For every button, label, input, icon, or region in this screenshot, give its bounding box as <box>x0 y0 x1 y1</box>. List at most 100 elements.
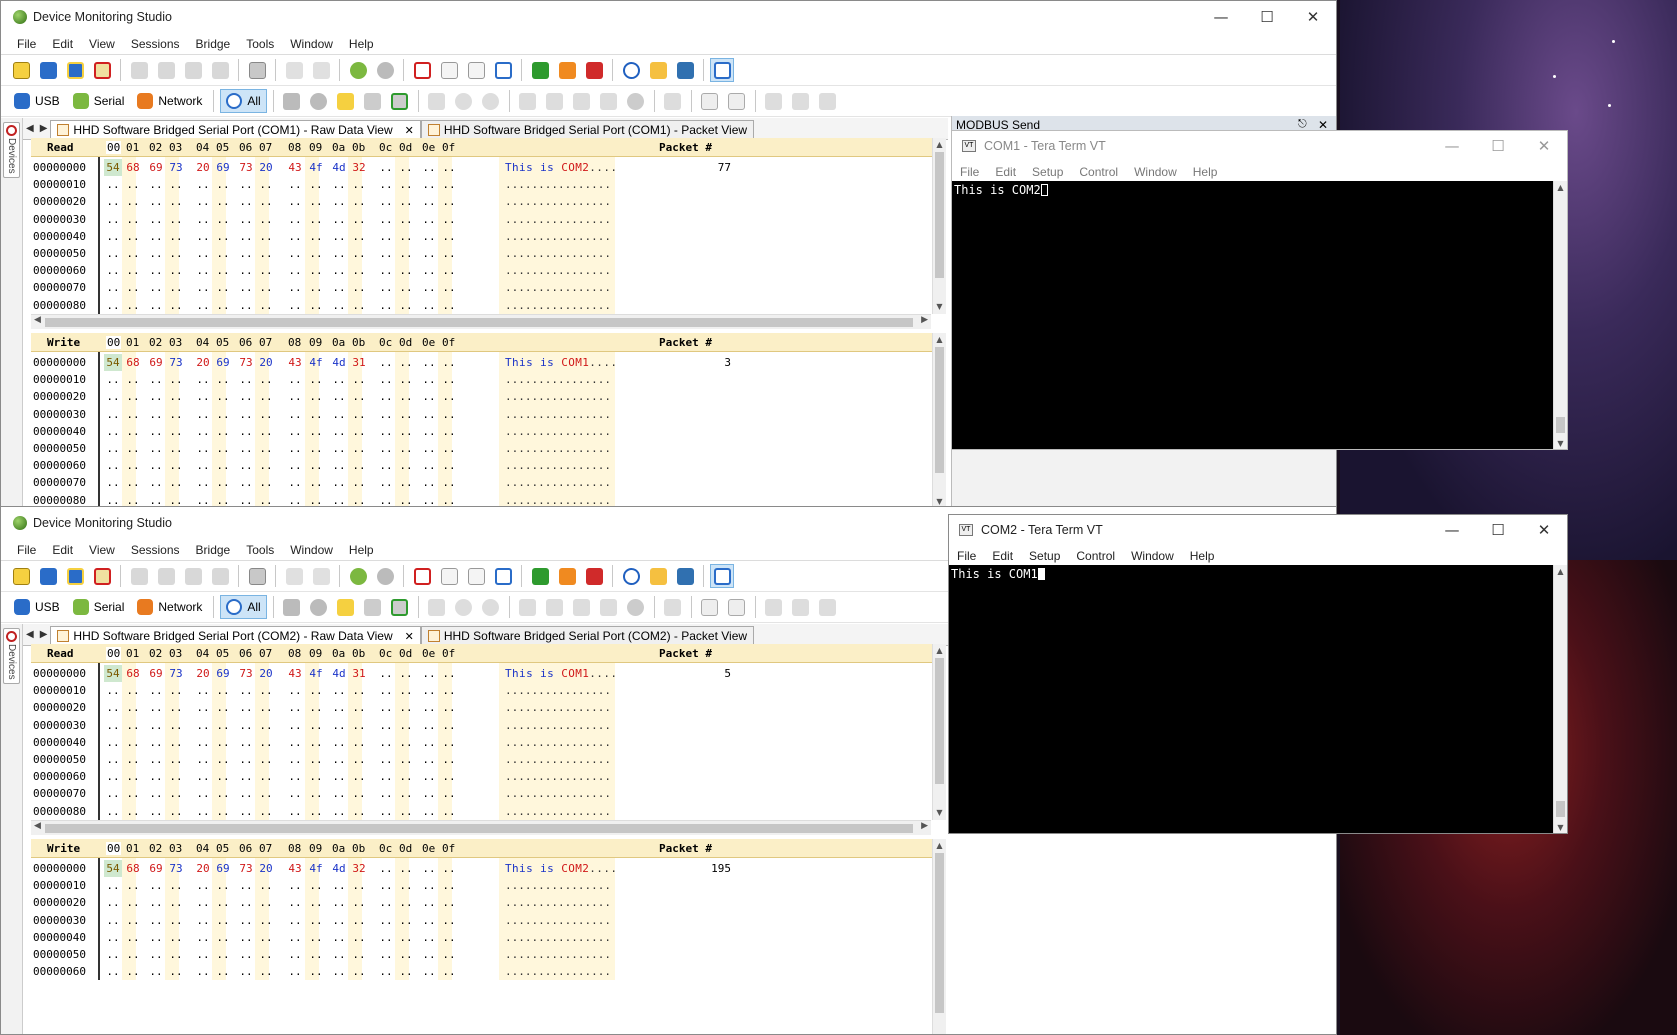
remove-view-icon[interactable] <box>491 58 515 82</box>
menu-edit[interactable]: Edit <box>44 543 81 557</box>
hex-byte[interactable]: 31 <box>350 354 368 371</box>
hex-byte[interactable]: 68 <box>124 665 142 682</box>
menu-sessions[interactable]: Sessions <box>123 543 188 557</box>
menu-file[interactable]: File <box>9 37 44 51</box>
all-filter-button[interactable]: All <box>220 595 267 619</box>
hex-byte[interactable]: 20 <box>257 665 275 682</box>
hex-row[interactable]: 00000050................................… <box>31 245 945 262</box>
menu-control[interactable]: Control <box>1071 165 1126 179</box>
minimize-button[interactable]: — <box>1198 1 1244 33</box>
hex-byte[interactable]: 73 <box>237 860 255 877</box>
connect-icon[interactable] <box>280 595 304 619</box>
forward-icon[interactable] <box>479 595 503 619</box>
hex-byte[interactable]: 69 <box>214 354 232 371</box>
all-filter-button[interactable]: All <box>220 89 267 113</box>
grid-icon[interactable] <box>361 595 385 619</box>
export-icon[interactable] <box>282 564 306 588</box>
menu-file[interactable]: File <box>952 165 987 179</box>
hex-row[interactable]: 00000050................................… <box>31 440 945 457</box>
tab-raw-data-view[interactable]: HHD Software Bridged Serial Port (COM2) … <box>50 626 421 645</box>
settings-icon[interactable] <box>646 564 670 588</box>
doc-icon[interactable] <box>425 595 449 619</box>
ascii-text[interactable]: This is COM2.... <box>505 159 617 176</box>
send-all-icon[interactable] <box>789 89 813 113</box>
hex-row[interactable]: 00000010................................… <box>31 176 945 193</box>
tab-packet-view[interactable]: HHD Software Bridged Serial Port (COM1) … <box>420 120 755 139</box>
new-session-icon[interactable] <box>9 58 33 82</box>
menu-tools[interactable]: Tools <box>238 543 282 557</box>
hex-row[interactable]: 00000010................................… <box>31 877 945 894</box>
minimize-button[interactable]: — <box>1429 131 1475 162</box>
hex-byte[interactable]: 73 <box>237 159 255 176</box>
close-session-icon[interactable] <box>90 564 114 588</box>
hex-byte[interactable]: 43 <box>286 860 304 877</box>
select-prev-icon[interactable] <box>597 595 621 619</box>
filter-icon[interactable] <box>346 58 370 82</box>
hex-row[interactable]: 00000060................................… <box>31 457 945 474</box>
hex-row[interactable]: 00000050................................… <box>31 946 945 963</box>
menu-help[interactable]: Help <box>1185 165 1226 179</box>
terminal-screen[interactable]: This is COM2 <box>952 181 1553 449</box>
close-session-icon[interactable] <box>90 58 114 82</box>
pause-icon[interactable] <box>555 58 579 82</box>
hex-row[interactable]: 00000030................................… <box>31 912 945 929</box>
script-icon[interactable] <box>710 564 734 588</box>
close-tab-icon[interactable]: ✕ <box>405 630 414 643</box>
close-button[interactable]: ✕ <box>1521 515 1567 546</box>
hex-byte[interactable]: 69 <box>214 159 232 176</box>
hex-byte[interactable]: 68 <box>124 354 142 371</box>
save-as-icon[interactable] <box>63 58 87 82</box>
tab-scroll-right-icon[interactable]: ▶ <box>37 123 51 134</box>
hex-byte[interactable]: 69 <box>147 159 165 176</box>
minimize-button[interactable]: — <box>1429 515 1475 546</box>
hex-row[interactable]: 00000030................................… <box>31 717 945 734</box>
save-as-icon[interactable] <box>63 564 87 588</box>
network-filter-button[interactable]: Network <box>132 595 207 619</box>
copy-icon[interactable] <box>154 58 178 82</box>
menu-bridge[interactable]: Bridge <box>188 543 239 557</box>
read-vertical-scrollbar[interactable]: ▲ ▼ <box>932 644 946 820</box>
hex-byte[interactable]: 4f <box>307 665 325 682</box>
devices-panel-tab[interactable]: Devices <box>3 628 20 684</box>
hex-byte[interactable]: 20 <box>257 860 275 877</box>
hex-row[interactable]: 00000070................................… <box>31 279 945 296</box>
serial-filter-button[interactable]: Serial <box>68 89 130 113</box>
split-icon[interactable] <box>661 89 685 113</box>
select-next-icon[interactable] <box>570 595 594 619</box>
hex-row[interactable]: 00000040................................… <box>31 734 945 751</box>
cut-icon[interactable] <box>127 58 151 82</box>
hex-byte[interactable]: 43 <box>286 354 304 371</box>
send-file-icon[interactable] <box>816 89 840 113</box>
filter-off-icon[interactable] <box>373 58 397 82</box>
hex-byte[interactable]: 43 <box>286 665 304 682</box>
chart-alt-icon[interactable] <box>725 595 749 619</box>
menu-view[interactable]: View <box>81 543 123 557</box>
warning-icon[interactable] <box>334 89 358 113</box>
menu-window[interactable]: Window <box>282 37 341 51</box>
menu-edit[interactable]: Edit <box>987 165 1024 179</box>
view-settings-icon[interactable] <box>464 58 488 82</box>
menu-help[interactable]: Help <box>341 37 382 51</box>
import-icon[interactable] <box>309 564 333 588</box>
menu-setup[interactable]: Setup <box>1024 165 1071 179</box>
filter-icon[interactable] <box>346 564 370 588</box>
hex-byte[interactable]: 54 <box>104 860 122 877</box>
hex-row[interactable]: 00000040................................… <box>31 929 945 946</box>
menu-help[interactable]: Help <box>1182 549 1223 563</box>
maximize-button[interactable]: ☐ <box>1475 515 1521 546</box>
hex-byte[interactable]: 54 <box>104 665 122 682</box>
hex-row[interactable]: 00000040................................… <box>31 228 945 245</box>
hex-byte[interactable]: 20 <box>257 159 275 176</box>
export-icon[interactable] <box>282 58 306 82</box>
refresh-icon[interactable] <box>619 58 643 82</box>
hex-byte[interactable]: 73 <box>237 665 255 682</box>
maximize-button[interactable]: ☐ <box>1475 131 1521 162</box>
select-range-icon[interactable] <box>543 595 567 619</box>
hex-byte[interactable]: 73 <box>167 159 185 176</box>
send-icon[interactable] <box>762 89 786 113</box>
connect-icon[interactable] <box>280 89 304 113</box>
back-icon[interactable] <box>452 89 476 113</box>
hex-byte[interactable]: 54 <box>104 354 122 371</box>
doc-icon[interactable] <box>425 89 449 113</box>
maximize-button[interactable]: ☐ <box>1244 1 1290 33</box>
